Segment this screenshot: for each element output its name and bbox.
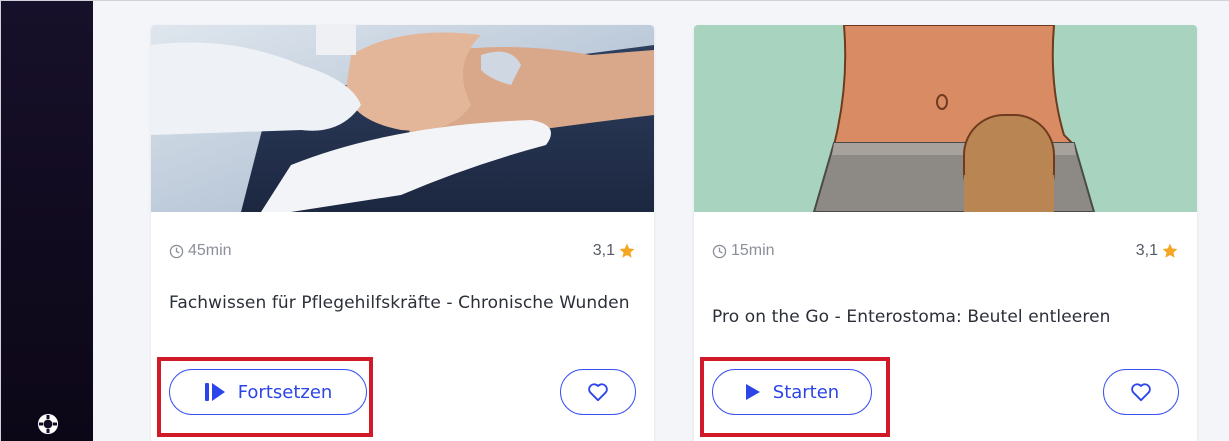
course-grid: 45min 3,1 Fachwissen für Pflegehilfskräf…	[93, 1, 1229, 441]
start-button[interactable]: Starten	[712, 369, 872, 415]
window-frame: 45min 3,1 Fachwissen für Pflegehilfskräf…	[0, 0, 1229, 441]
duration-text: 45min	[188, 242, 232, 259]
course-title[interactable]: Pro on the Go - Enterostoma: Beutel entl…	[712, 303, 1179, 331]
start-button-label: Starten	[772, 381, 840, 403]
course-thumbnail-wound-care	[151, 25, 654, 212]
star-icon	[619, 243, 635, 258]
course-thumbnail-stoma	[694, 25, 1197, 212]
course-card[interactable]: 15min 3,1 Pro on the Go - Enterostoma: B…	[694, 25, 1197, 441]
duration: 45min	[169, 242, 232, 260]
course-title[interactable]: Fachwissen für Pflegehilfskräfte - Chron…	[169, 289, 636, 317]
heart-icon	[1131, 383, 1151, 402]
heart-icon	[588, 383, 608, 402]
star-icon	[1162, 243, 1178, 258]
course-card[interactable]: 45min 3,1 Fachwissen für Pflegehilfskräf…	[151, 25, 654, 441]
resume-icon	[204, 383, 225, 401]
rating: 3,1	[1136, 242, 1179, 260]
clock-icon	[169, 244, 184, 258]
play-icon	[745, 384, 760, 400]
course-meta: 45min 3,1	[169, 240, 636, 262]
help-lifebuoy-icon[interactable]	[35, 411, 61, 437]
duration-text: 15min	[731, 242, 775, 259]
rating: 3,1	[593, 242, 636, 260]
continue-button-label: Fortsetzen	[237, 381, 333, 403]
favorite-button[interactable]	[560, 369, 636, 415]
course-meta: 15min 3,1	[712, 240, 1179, 262]
duration: 15min	[712, 242, 775, 260]
favorite-button[interactable]	[1103, 369, 1179, 415]
rating-value: 3,1	[592, 242, 615, 259]
continue-button[interactable]: Fortsetzen	[169, 369, 367, 415]
clock-icon	[712, 244, 727, 258]
rating-value: 3,1	[1135, 242, 1158, 259]
sidebar	[1, 1, 93, 441]
